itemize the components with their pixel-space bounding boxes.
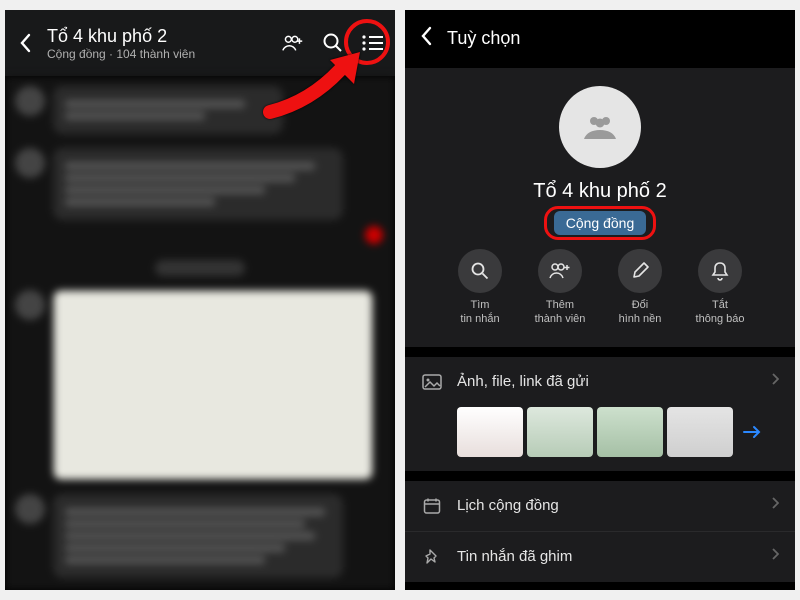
thumbnail[interactable]: [597, 407, 663, 457]
brush-icon: [618, 249, 662, 293]
chat-toolbar: [281, 31, 385, 55]
search-icon: [458, 249, 502, 293]
action-mute-label: Tắt thông báo: [696, 299, 745, 327]
thumbnail[interactable]: [527, 407, 593, 457]
chat-subtitle: Cộng đồng · 104 thành viên: [47, 47, 269, 61]
group-info-card: Tổ 4 khu phố 2 Cộng đồng Tìm tin nhắn Th…: [405, 68, 795, 347]
action-change-background[interactable]: Đổi hình nền: [600, 249, 680, 327]
chevron-right-icon: [771, 547, 779, 566]
action-add-member-label: Thêm thành viên: [535, 299, 586, 327]
action-mute-notifications[interactable]: Tắt thông báo: [680, 249, 760, 327]
options-title: Tuỳ chọn: [447, 28, 520, 49]
more-section: Lịch cộng đồng Tin nhắn đã ghim: [405, 481, 795, 582]
group-name: Tổ 4 khu phố 2: [533, 180, 666, 203]
media-section: Ảnh, file, link đã gửi: [405, 357, 795, 471]
media-thumbnails: [405, 407, 795, 471]
menu-list-icon[interactable]: [361, 31, 385, 55]
row-pinned-label: Tin nhắn đã ghim: [457, 548, 757, 565]
action-change-bg-label: Đổi hình nền: [619, 299, 662, 327]
back-button[interactable]: [15, 33, 35, 53]
row-calendar[interactable]: Lịch cộng đồng: [405, 481, 795, 531]
action-row: Tìm tin nhắn Thêm thành viên Đổi hình nề…: [434, 235, 766, 331]
action-search[interactable]: Tìm tin nhắn: [440, 249, 520, 327]
add-member-icon: [538, 249, 582, 293]
back-button[interactable]: [419, 26, 433, 51]
pin-icon: [421, 546, 443, 568]
chat-header: Tổ 4 khu phố 2 Cộng đồng · 104 thành viê…: [5, 10, 395, 76]
action-search-label: Tìm tin nhắn: [460, 299, 499, 327]
chevron-right-icon: [771, 496, 779, 515]
row-media-label: Ảnh, file, link đã gửi: [457, 373, 757, 390]
calendar-icon: [421, 495, 443, 517]
thumbnail[interactable]: [457, 407, 523, 457]
action-add-member[interactable]: Thêm thành viên: [520, 249, 600, 327]
options-header: Tuỳ chọn: [405, 10, 795, 66]
chat-title: Tổ 4 khu phố 2: [47, 26, 269, 47]
chat-body-blurred: [5, 76, 395, 590]
thumbnail[interactable]: [667, 407, 733, 457]
row-media[interactable]: Ảnh, file, link đã gửi: [405, 357, 795, 407]
bell-icon: [698, 249, 742, 293]
image-icon: [421, 371, 443, 393]
community-badge-label: Cộng đồng: [566, 215, 635, 231]
right-phone-options: Tuỳ chọn Tổ 4 khu phố 2 Cộng đồng Tìm ti…: [405, 10, 795, 590]
thumbnails-more-arrow[interactable]: [737, 407, 767, 457]
row-pinned[interactable]: Tin nhắn đã ghim: [405, 531, 795, 582]
row-calendar-label: Lịch cộng đồng: [457, 497, 757, 514]
chat-title-block[interactable]: Tổ 4 khu phố 2 Cộng đồng · 104 thành viê…: [47, 26, 269, 61]
add-member-icon[interactable]: [281, 31, 305, 55]
group-avatar-icon[interactable]: [559, 86, 641, 168]
left-phone-chat: Tổ 4 khu phố 2 Cộng đồng · 104 thành viê…: [5, 10, 395, 590]
chevron-right-icon: [771, 372, 779, 391]
search-icon[interactable]: [321, 31, 345, 55]
community-badge[interactable]: Cộng đồng: [554, 211, 647, 235]
